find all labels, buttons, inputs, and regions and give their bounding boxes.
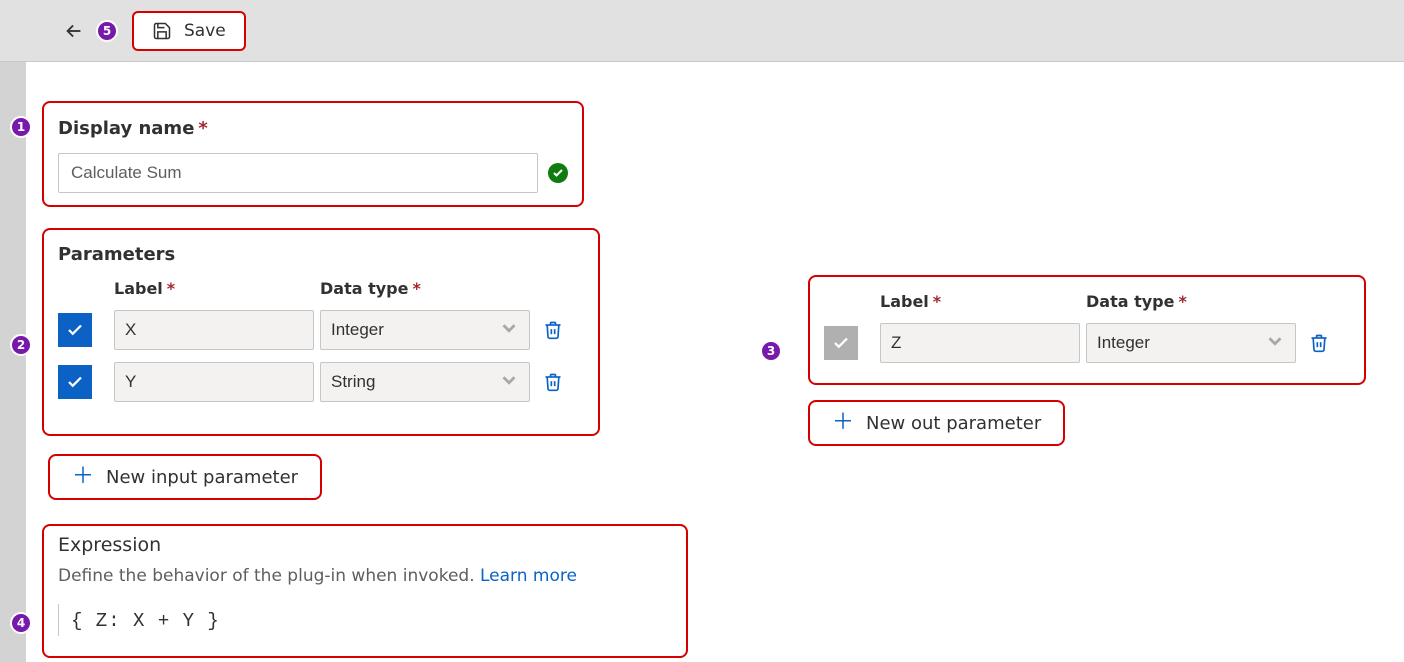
parameter-label-input[interactable]	[114, 310, 314, 350]
callout-1: 1	[10, 116, 32, 138]
check-icon	[832, 334, 850, 352]
required-star-icon: *	[412, 279, 420, 298]
add-out-parameter-button[interactable]: ＋ New out parameter	[808, 400, 1065, 446]
out-parameters-header-label: Label*	[880, 292, 1080, 311]
save-button[interactable]: Save	[132, 11, 246, 51]
save-button-label: Save	[184, 21, 226, 41]
callout-3: 3	[760, 340, 782, 362]
out-parameters-header-type: Data type*	[1086, 292, 1296, 311]
required-star-icon: *	[1178, 292, 1186, 311]
expression-description: Define the behavior of the plug-in when …	[58, 566, 688, 586]
parameter-type-select[interactable]	[320, 310, 530, 350]
parameter-delete-button[interactable]	[536, 365, 570, 399]
add-input-parameter-button[interactable]: ＋ New input parameter	[48, 454, 322, 500]
required-star-icon: *	[167, 279, 175, 298]
parameter-label-input[interactable]	[114, 362, 314, 402]
out-parameters-section: Label* Data type*	[824, 292, 1354, 363]
required-star-icon: *	[933, 292, 941, 311]
display-name-section: Display name*	[58, 118, 578, 193]
add-input-parameter-label: New input parameter	[106, 467, 298, 488]
parameter-delete-button[interactable]	[536, 313, 570, 347]
trash-icon	[543, 320, 563, 340]
expression-title: Expression	[58, 534, 688, 556]
parameters-header-type: Data type*	[320, 279, 530, 298]
out-parameter-row	[824, 323, 1354, 363]
parameter-row	[58, 310, 598, 350]
top-toolbar: Save	[0, 0, 1404, 62]
callout-2: 2	[10, 334, 32, 356]
parameter-type-select[interactable]	[320, 362, 530, 402]
required-star-icon: *	[198, 118, 207, 139]
parameter-checkbox[interactable]	[58, 365, 92, 399]
plus-icon: ＋	[832, 412, 854, 434]
check-icon	[66, 321, 84, 339]
parameters-section: Parameters Label* Data type*	[58, 244, 598, 402]
expression-editor[interactable]: { Z: X + Y }	[58, 604, 688, 636]
check-icon	[66, 373, 84, 391]
callout-5: 5	[96, 20, 118, 42]
trash-icon	[543, 372, 563, 392]
learn-more-link[interactable]: Learn more	[480, 566, 577, 586]
expression-section: Expression Define the behavior of the pl…	[58, 534, 688, 636]
back-button[interactable]	[56, 13, 92, 49]
display-name-label-text: Display name	[58, 118, 194, 139]
callout-4: 4	[10, 612, 32, 634]
save-icon	[152, 21, 172, 41]
display-name-label: Display name*	[58, 118, 578, 139]
parameters-title: Parameters	[58, 244, 598, 265]
parameters-header-label: Label*	[114, 279, 314, 298]
trash-icon	[1309, 333, 1329, 353]
valid-check-icon	[548, 163, 568, 183]
parameter-row	[58, 362, 598, 402]
parameter-checkbox[interactable]	[58, 313, 92, 347]
out-parameter-checkbox	[824, 326, 858, 360]
out-parameter-type-select[interactable]	[1086, 323, 1296, 363]
arrow-left-icon	[63, 20, 85, 42]
display-name-input[interactable]	[58, 153, 538, 193]
out-parameter-delete-button[interactable]	[1302, 326, 1336, 360]
add-out-parameter-label: New out parameter	[866, 413, 1041, 434]
out-parameter-label-input[interactable]	[880, 323, 1080, 363]
plus-icon: ＋	[72, 466, 94, 488]
